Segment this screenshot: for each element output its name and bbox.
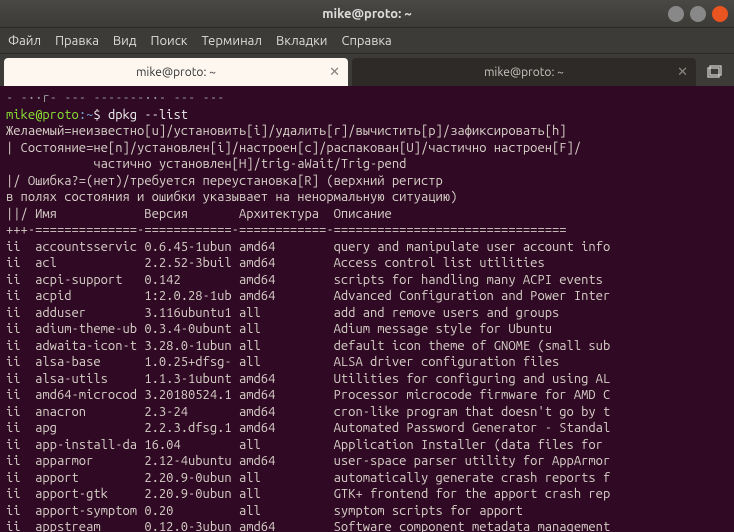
package-row: ii accountsservic 0.6.45-1ubun amd64 que… [6,239,728,256]
header-line: Желаемый=неизвестно[u]/установить[i]/уда… [6,123,728,140]
header-line: частично установлен[H]/trig-aWait/Trig-p… [6,156,728,173]
window-titlebar: mike@proto: ~ [0,0,734,28]
package-row: ii amd64-microcod 3.20180524.1 amd64 Pro… [6,387,728,404]
menu-file[interactable]: Файл [8,34,41,48]
menu-view[interactable]: Вид [113,34,137,48]
new-tab-button[interactable] [700,58,730,86]
divider-line: +++-==============-============-========… [6,222,728,239]
package-row: ii apparmor 2.12-4ubuntu amd64 user-spac… [6,453,728,470]
window-controls [668,6,728,22]
close-button[interactable] [712,6,728,22]
tab-label: mike@proto: ~ [484,66,564,79]
close-icon[interactable]: ✕ [329,65,340,80]
package-row: ii acl 2.2.52-3buil amd64 Access control… [6,255,728,272]
tabbar: mike@proto: ~ ✕ mike@proto: ~ ✕ [0,54,734,86]
prompt-dollar: $ [93,108,108,122]
package-row: ii apport-gtk 2.20.9-0ubun all GTK+ fron… [6,486,728,503]
menu-tabs[interactable]: Вкладки [276,34,328,48]
package-row: ii app-install-da 16.04 all Application … [6,437,728,454]
menu-help[interactable]: Справка [341,34,391,48]
package-row: ii apg 2.2.3.dfsg.1 amd64 Automated Pass… [6,420,728,437]
package-row: ii alsa-utils 1.1.3-1ubunt amd64 Utiliti… [6,371,728,388]
prompt-separator: : [79,108,86,122]
package-row: ii adwaita-icon-t 3.28.0-1ubun all defau… [6,338,728,355]
tab-2[interactable]: mike@proto: ~ ✕ [352,58,696,86]
package-row: ii apport 2.20.9-0ubun all automatically… [6,470,728,487]
header-line: |/ Ошибка?=(нет)/требуется переустановка… [6,173,728,190]
package-list: ii accountsservic 0.6.45-1ubun amd64 que… [6,239,728,532]
prompt-user-host: mike@proto [6,108,79,122]
menu-search[interactable]: Поиск [150,34,187,48]
package-row: ii alsa-base 1.0.25+dfsg- all ALSA drive… [6,354,728,371]
close-icon[interactable]: ✕ [677,65,688,80]
truncated-line: - -··r- --- -------··- --- --- [6,90,728,107]
prompt-line: mike@proto:~$ dpkg --list [6,107,728,124]
package-row: ii anacron 2.3-24 amd64 cron-like progra… [6,404,728,421]
menu-edit[interactable]: Правка [55,34,99,48]
package-row: ii acpid 1:2.0.28-1ub amd64 Advanced Con… [6,288,728,305]
tab-1[interactable]: mike@proto: ~ ✕ [4,58,348,86]
column-header: ||/ Имя Версия Архитектура Описание [6,206,728,223]
header-line: | Состояние=не[n]/установлен[i]/настроен… [6,140,728,157]
header-line: в полях состояния и ошибки указывает на … [6,189,728,206]
maximize-button[interactable] [690,6,706,22]
terminal-output[interactable]: - -··r- --- -------··- --- --- mike@prot… [0,86,734,532]
package-row: ii appstream 0.12.0-3ubun amd64 Software… [6,519,728,532]
window-title: mike@proto: ~ [322,7,411,21]
tab-label: mike@proto: ~ [136,66,216,79]
menubar: Файл Правка Вид Поиск Терминал Вкладки С… [0,28,734,54]
prompt-command: dpkg --list [108,108,188,122]
package-row: ii adduser 3.116ubuntu1 all add and remo… [6,305,728,322]
minimize-button[interactable] [668,6,684,22]
package-row: ii apport-symptom 0.20 all symptom scrip… [6,503,728,520]
package-row: ii adium-theme-ub 0.3.4-0ubunt all Adium… [6,321,728,338]
new-tab-icon [707,65,723,79]
menu-terminal[interactable]: Терминал [201,34,261,48]
package-row: ii acpi-support 0.142 amd64 scripts for … [6,272,728,289]
